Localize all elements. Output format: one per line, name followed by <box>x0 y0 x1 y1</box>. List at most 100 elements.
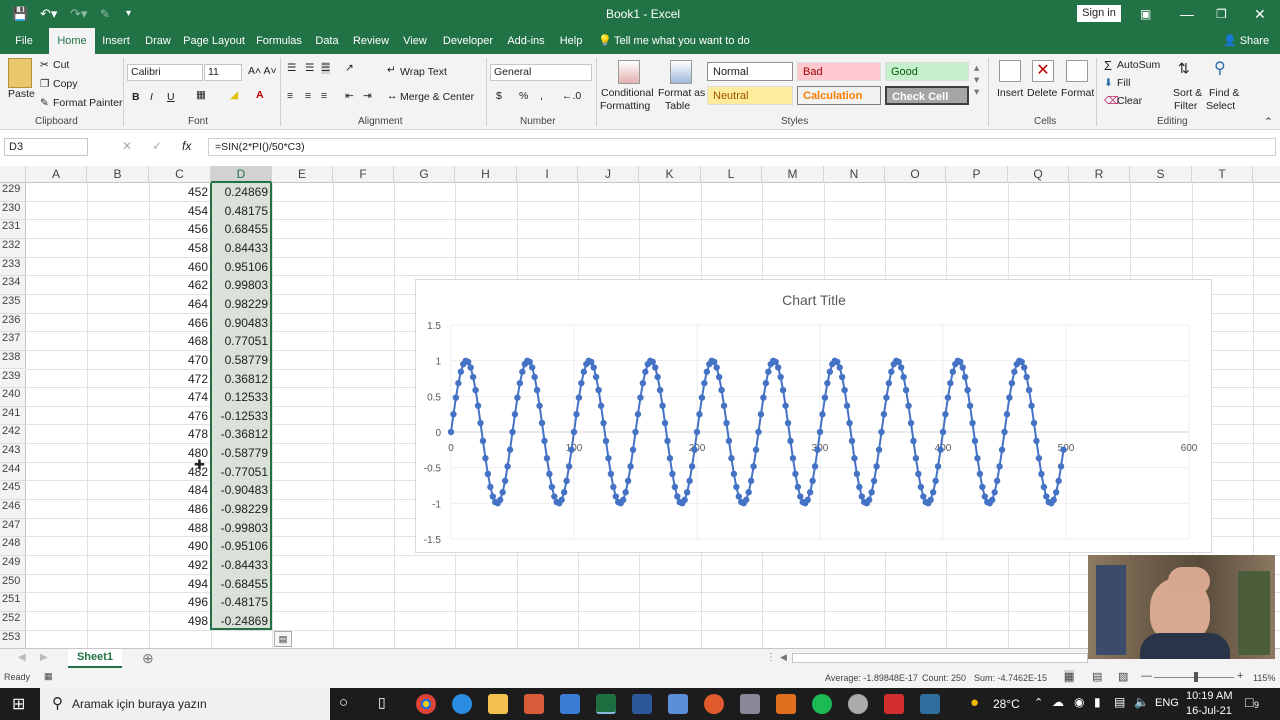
tab-help[interactable]: Help <box>556 28 586 54</box>
column-header[interactable]: B <box>87 166 149 183</box>
cell-c[interactable]: 494 <box>149 575 210 594</box>
app-icon[interactable] <box>848 694 868 714</box>
styles-scroll-icon[interactable]: ▴ ▾ ▾ <box>974 62 979 98</box>
zoom-level[interactable]: 115% <box>1253 673 1275 683</box>
cell-d[interactable]: 0.90483 <box>211 313 271 333</box>
select-all-corner[interactable] <box>0 166 26 183</box>
cell-d[interactable]: -0.84433 <box>211 556 271 575</box>
style-normal[interactable]: Normal <box>707 62 793 81</box>
merge-center-button[interactable]: Merge & Center <box>400 91 474 103</box>
cell-c[interactable]: 478 <box>149 425 210 444</box>
number-format-select[interactable]: General <box>490 64 592 81</box>
sheet-next-icon[interactable]: ▶ <box>40 652 48 663</box>
clear-button[interactable]: Clear <box>1117 95 1142 107</box>
column-header[interactable]: I <box>517 166 578 183</box>
autosum-icon[interactable]: Σ <box>1104 58 1112 73</box>
close-icon[interactable]: ✕ <box>1254 0 1266 28</box>
app-icon[interactable] <box>920 694 940 714</box>
row-header[interactable]: 246 <box>0 500 26 519</box>
calculator-icon[interactable] <box>668 694 688 714</box>
row-header[interactable]: 242 <box>0 425 26 445</box>
volume-icon[interactable]: 🔈 <box>1134 695 1149 709</box>
sheet-tab[interactable]: Sheet1 <box>68 649 122 668</box>
format-as-table-line1[interactable]: Format as <box>658 87 705 99</box>
cell-d[interactable]: 0.98229 <box>211 294 271 314</box>
conditional-formatting-icon[interactable] <box>618 60 640 84</box>
row-header[interactable]: 235 <box>0 294 26 314</box>
column-header[interactable]: L <box>701 166 762 183</box>
cell-d[interactable]: -0.77051 <box>211 462 271 482</box>
share-button[interactable]: 👤 Share <box>1222 28 1270 54</box>
paste-icon[interactable] <box>8 58 32 88</box>
cell-c[interactable]: 496 <box>149 593 210 612</box>
tab-data[interactable]: Data <box>312 28 342 54</box>
row-header[interactable]: 249 <box>0 556 26 575</box>
row-header[interactable]: 248 <box>0 537 26 556</box>
cell-c[interactable]: 456 <box>149 220 210 239</box>
cell-c[interactable]: 484 <box>149 481 210 500</box>
font-color-icon[interactable]: A <box>256 89 264 101</box>
fill-color-icon[interactable]: ◢ <box>230 89 238 101</box>
tray-chevron-icon[interactable]: ⌃ <box>1034 696 1043 709</box>
page-break-view-icon[interactable]: ▧ <box>1118 670 1128 683</box>
tell-me-search[interactable]: Tell me what you want to do <box>614 28 750 54</box>
percent-button[interactable]: % <box>519 90 528 102</box>
column-header[interactable]: Q <box>1008 166 1069 183</box>
weather-icon[interactable]: ● <box>970 694 979 711</box>
clock-time[interactable]: 10:19 AM <box>1186 690 1232 702</box>
conditional-formatting-line2[interactable]: Formatting <box>600 100 650 112</box>
find-select-line1[interactable]: Find & <box>1209 87 1239 99</box>
underline-button[interactable]: U <box>167 91 175 103</box>
acrobat-icon[interactable] <box>884 694 904 714</box>
column-header[interactable]: H <box>455 166 517 183</box>
sort-filter-line2[interactable]: Filter <box>1174 100 1197 112</box>
column-header[interactable]: P <box>946 166 1008 183</box>
cell-d[interactable]: 0.36812 <box>211 369 271 389</box>
style-bad[interactable]: Bad <box>797 62 881 81</box>
row-header[interactable]: 253 <box>0 630 26 648</box>
zoom-slider-thumb[interactable] <box>1194 672 1198 682</box>
indent-increase-icon[interactable]: ⇥ <box>363 90 372 102</box>
edge-icon[interactable] <box>452 694 472 714</box>
quick-analysis-icon[interactable]: ▤ <box>274 631 292 647</box>
column-header[interactable]: E <box>272 166 333 183</box>
cell-d[interactable]: -0.36812 <box>211 425 271 445</box>
row-header[interactable]: 247 <box>0 518 26 538</box>
sort-filter-line1[interactable]: Sort & <box>1173 87 1202 99</box>
row-header[interactable]: 229 <box>0 183 26 202</box>
column-header[interactable]: S <box>1130 166 1192 183</box>
weather-temp[interactable]: 28°C <box>993 697 1020 711</box>
undo-icon[interactable]: ↶▾ <box>40 0 57 28</box>
spotify-icon[interactable] <box>812 694 832 714</box>
chart-title[interactable]: Chart Title <box>782 292 846 308</box>
cell-c[interactable]: 472 <box>149 370 210 389</box>
column-header[interactable]: F <box>333 166 394 183</box>
align-bottom-icon[interactable]: ☰ <box>321 62 331 74</box>
indent-decrease-icon[interactable]: ⇤ <box>345 90 354 102</box>
tab-insert[interactable]: Insert <box>98 28 134 54</box>
column-header[interactable]: G <box>394 166 455 183</box>
tab-developer[interactable]: Developer <box>440 28 496 54</box>
italic-button[interactable]: I <box>150 91 153 103</box>
borders-icon[interactable]: ▦ <box>196 89 206 101</box>
normal-view-icon[interactable]: ▦ <box>1064 670 1075 683</box>
tab-file[interactable]: File <box>8 28 40 54</box>
insert-function-button[interactable]: fx <box>182 139 191 153</box>
cancel-icon[interactable]: ✕ <box>122 139 132 153</box>
tab-formulas[interactable]: Formulas <box>253 28 305 54</box>
copy-button[interactable]: Copy <box>53 78 78 90</box>
format-painter-icon[interactable]: ✎ <box>100 0 110 28</box>
notification-icon[interactable]: □ <box>1245 694 1253 710</box>
new-sheet-icon[interactable]: ⊕ <box>142 650 154 667</box>
align-right-icon[interactable]: ≡ <box>321 90 327 102</box>
format-painter-brush-icon[interactable]: ✎ <box>40 97 49 109</box>
row-header[interactable]: 251 <box>0 593 26 612</box>
fill-button[interactable]: Fill <box>1117 77 1130 89</box>
row-header[interactable]: 232 <box>0 238 26 258</box>
tab-draw[interactable]: Draw <box>141 28 175 54</box>
format-cells-button[interactable]: Format <box>1061 87 1094 99</box>
align-top-icon[interactable]: ☰ <box>287 62 296 74</box>
tab-review[interactable]: Review <box>350 28 392 54</box>
cell-c[interactable]: 466 <box>149 314 210 333</box>
cell-c[interactable]: 464 <box>149 295 210 314</box>
